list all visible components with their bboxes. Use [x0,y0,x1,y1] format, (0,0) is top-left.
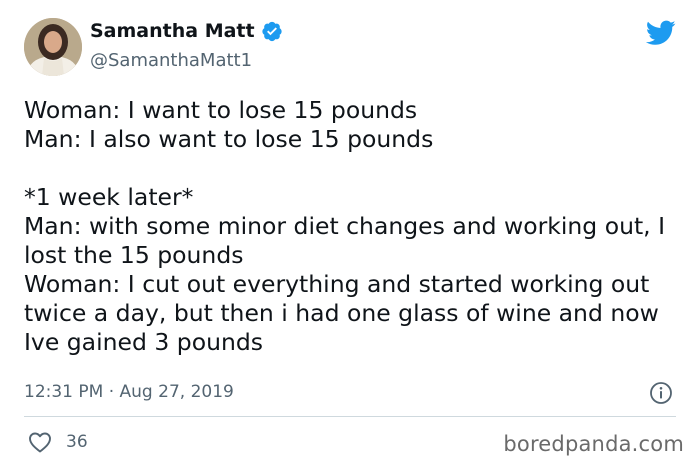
like-count: 36 [66,432,88,452]
info-icon[interactable] [649,381,673,405]
verified-badge-icon [261,21,282,42]
watermark: boredpanda.com [503,432,684,456]
tweet-text: Woman: I want to lose 15 pounds Man: I a… [24,96,666,356]
author-handle[interactable]: @SamanthaMatt1 [90,50,252,71]
twitter-bird-icon[interactable] [646,20,676,46]
like-button[interactable]: 36 [28,431,88,453]
avatar[interactable] [24,18,82,76]
heart-icon[interactable] [28,431,52,453]
author-display-name[interactable]: Samantha Matt [90,20,255,42]
divider [24,416,676,417]
tweet-timestamp[interactable]: 12:31 PM · Aug 27, 2019 [24,382,234,402]
author-name-row[interactable]: Samantha Matt [90,20,283,42]
tweet-card: Samantha Matt @SamanthaMatt1 Woman: I wa… [0,0,700,471]
